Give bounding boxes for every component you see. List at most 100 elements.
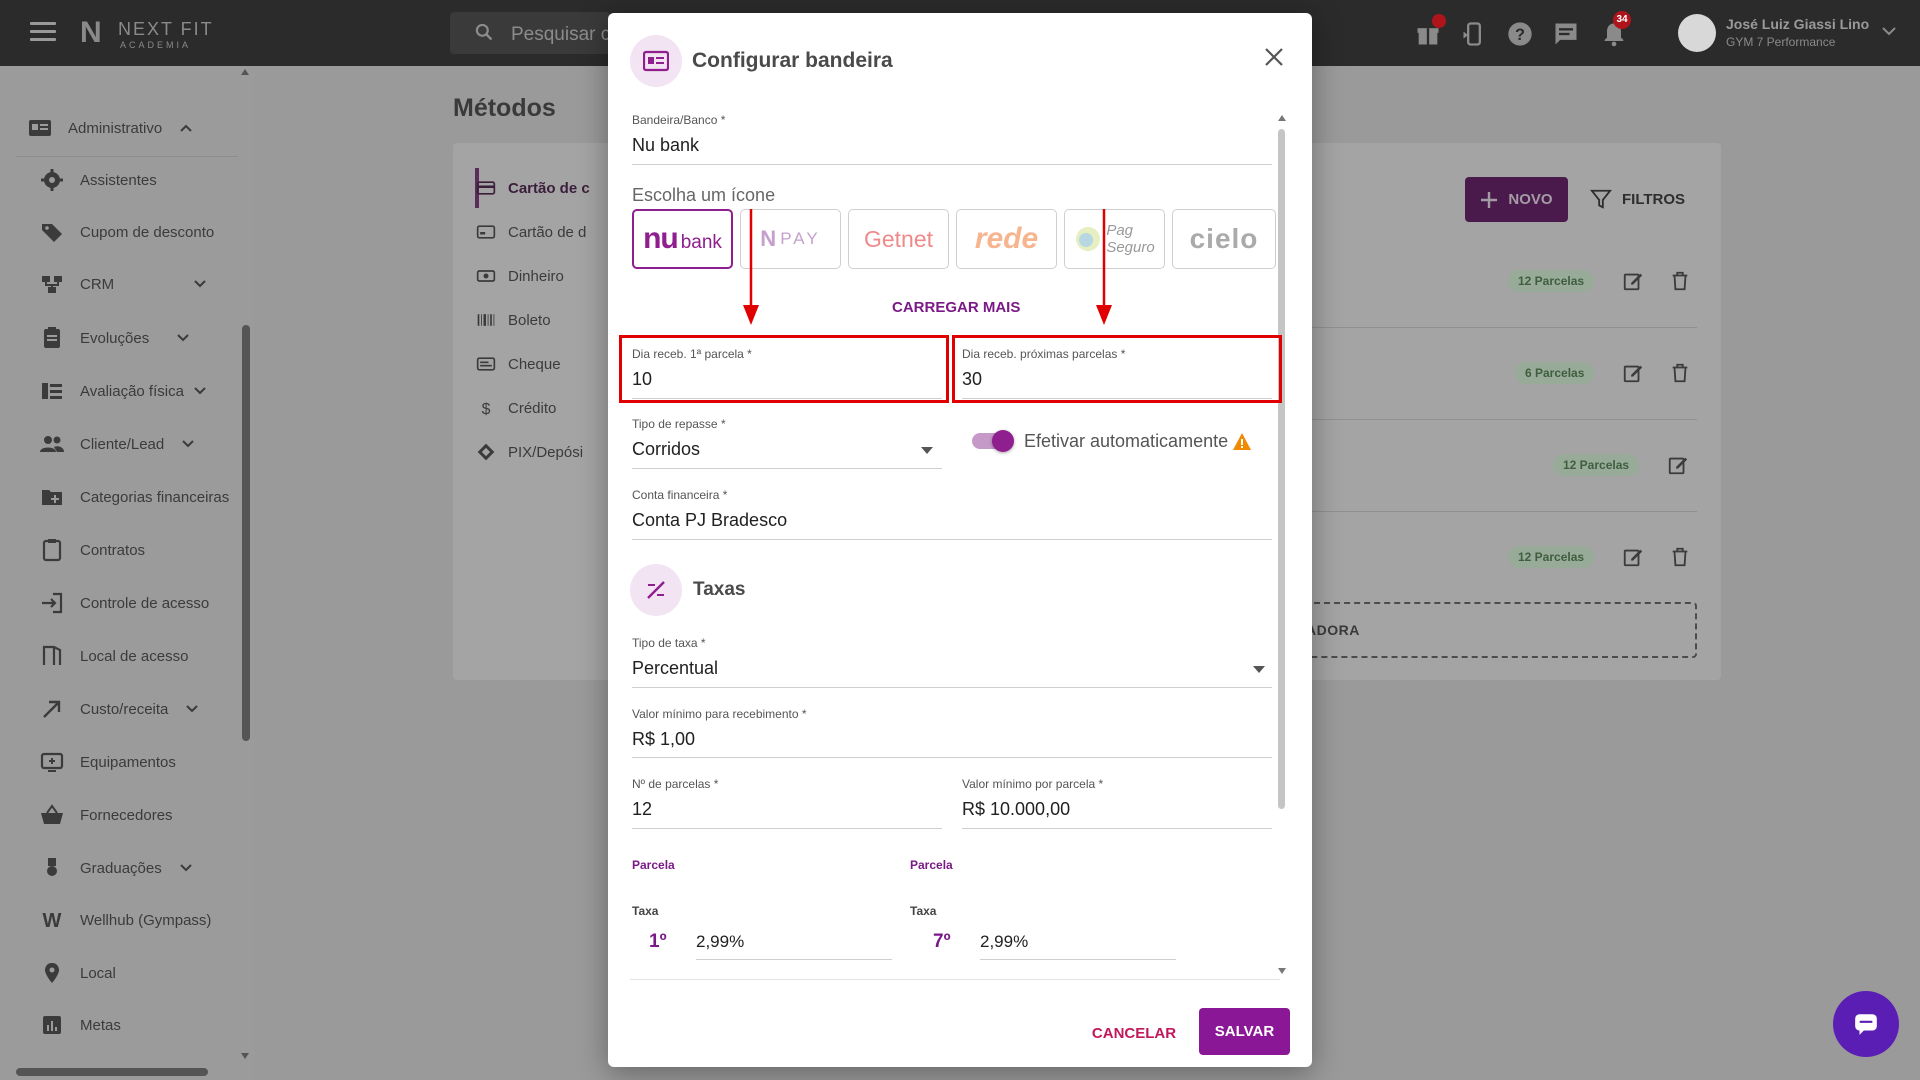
trash-icon[interactable] [1669, 546, 1691, 568]
help-icon[interactable]: ? [1506, 20, 1534, 48]
method-cartao-credito[interactable]: Cartão de c [476, 176, 590, 200]
tipo-taxa-label: Tipo de taxa * [632, 636, 706, 650]
edit-icon[interactable] [1622, 270, 1644, 292]
svg-text:$: $ [482, 401, 491, 418]
icon-option-pagseguro[interactable]: Pag Seguro [1064, 209, 1165, 269]
warning-icon[interactable] [1232, 432, 1252, 451]
sidebar-item-custo-receita[interactable]: Custo/receita [40, 697, 199, 721]
sidebar-item-cupom[interactable]: Cupom de desconto [40, 220, 214, 244]
dropdown-arrow-icon[interactable] [1253, 666, 1265, 673]
icon-option-cielo[interactable]: cielo [1172, 209, 1276, 269]
admin-card-icon [29, 120, 51, 136]
sidebar-item-label: Custo/receita [80, 700, 169, 718]
filtros-button[interactable]: FILTROS [1590, 186, 1685, 212]
edit-icon[interactable] [1622, 546, 1644, 568]
valor-minimo-underline [632, 757, 1272, 758]
tipo-taxa-select[interactable]: Percentual [632, 658, 718, 679]
modal-scrollbar[interactable] [1278, 129, 1285, 809]
sidebar-item-controle-acesso[interactable]: Controle de acesso [40, 591, 209, 615]
scroll-up-icon[interactable] [1277, 114, 1287, 122]
barcode-icon [477, 314, 495, 326]
method-dinheiro[interactable]: Dinheiro [476, 264, 564, 288]
arrow-down-icon [743, 209, 759, 325]
sidebar-item-crm[interactable]: CRM [40, 272, 206, 296]
icon-option-rede[interactable]: rede [956, 209, 1057, 269]
sidebar-scrollbar[interactable] [242, 325, 250, 741]
icon-option-nubank[interactable]: nu bank [632, 209, 733, 269]
highlight-box [952, 335, 1282, 403]
conta-field[interactable]: Conta PJ Bradesco [632, 510, 787, 531]
method-cheque[interactable]: Cheque [476, 352, 561, 376]
method-boleto[interactable]: Boleto [476, 308, 551, 332]
filter-icon [1590, 189, 1612, 209]
sidebar-item-assistentes[interactable]: Assistentes [40, 168, 157, 192]
logo-mark-icon: N [80, 16, 102, 49]
sidebar-item-label: Graduações [80, 859, 162, 877]
icon-option-getnet[interactable]: Getnet [848, 209, 949, 269]
num-parcelas-field[interactable]: 12 [632, 799, 652, 820]
chat-fab-button[interactable] [1833, 991, 1899, 1057]
bandeira-field[interactable]: Nu bank [632, 135, 699, 156]
parcela-column-header: Parcela [910, 858, 953, 872]
taxa-field[interactable]: 2,99% [696, 932, 744, 952]
chat-icon[interactable] [1552, 20, 1580, 48]
chevron-down-icon[interactable] [1882, 26, 1896, 36]
phone-exchange-icon[interactable] [1460, 20, 1488, 48]
load-more-button[interactable]: CARREGAR MAIS [892, 299, 1020, 316]
sidebar-item-categorias[interactable]: Categorias financeiras [40, 485, 229, 509]
dropdown-arrow-icon[interactable] [921, 447, 933, 454]
modal-title: Configurar bandeira [692, 49, 893, 72]
novo-button[interactable]: NOVO [1465, 177, 1568, 222]
app-logo[interactable]: N NEXT FIT ACADEMIA [80, 16, 220, 52]
sidebar-divider [16, 156, 238, 157]
avatar[interactable] [1678, 14, 1716, 52]
sidebar-item-contratos[interactable]: Contratos [40, 538, 145, 562]
method-label: Cartão de d [508, 223, 587, 241]
sidebar-item-cliente-lead[interactable]: Cliente/Lead [40, 432, 194, 456]
taxa-column-header: Taxa [910, 904, 937, 918]
method-cartao-debito[interactable]: Cartão de d [476, 220, 586, 244]
edit-icon[interactable] [1622, 362, 1644, 384]
valor-minimo-label: Valor mínimo para recebimento * [632, 707, 807, 721]
sidebar-item-graduacoes[interactable]: Graduações [40, 856, 192, 880]
edit-icon[interactable] [1667, 454, 1689, 476]
folder-plus-icon [42, 490, 62, 505]
scroll-down-icon[interactable] [1277, 967, 1287, 975]
method-credito[interactable]: $ Crédito [476, 396, 557, 420]
save-button[interactable]: SALVAR [1199, 1008, 1290, 1055]
sidebar-item-avaliacao[interactable]: Avaliação física [40, 379, 206, 403]
menu-icon[interactable] [30, 22, 56, 42]
trash-icon[interactable] [1669, 362, 1691, 384]
taxas-title: Taxas [693, 579, 746, 600]
valor-min-parcela-field[interactable]: R$ 10.000,00 [962, 799, 1070, 820]
chevron-up-icon [180, 124, 192, 132]
sidebar-item-label: Local de acesso [80, 647, 189, 665]
tipo-repasse-select[interactable]: Corridos [632, 439, 700, 460]
sidebar-item-wellhub[interactable]: W Wellhub (Gympass) [40, 908, 212, 932]
sidebar-item-equipamentos[interactable]: Equipamentos [40, 750, 176, 774]
cancel-button[interactable]: CANCELAR [1084, 1013, 1184, 1053]
valor-minimo-field[interactable]: R$ 1,00 [632, 729, 695, 750]
scroll-up-icon[interactable] [240, 68, 250, 76]
sidebar-item-administrativo[interactable]: Administrativo [28, 116, 192, 140]
efetivar-toggle-knob[interactable] [992, 430, 1014, 452]
bandeira-underline [632, 164, 1272, 165]
taxa-field[interactable]: 2,99% [980, 932, 1028, 952]
sidebar-item-local-acesso[interactable]: Local de acesso [40, 644, 188, 668]
gear-icon [41, 169, 63, 191]
sidebar-item-fornecedores[interactable]: Fornecedores [40, 803, 173, 827]
arrow-down-icon [1096, 209, 1112, 325]
bar-chart-icon [43, 1016, 61, 1034]
sidebar-item-metas[interactable]: Metas [40, 1013, 121, 1037]
close-icon[interactable] [1262, 45, 1286, 69]
sidebar-item-evolucoes[interactable]: Evoluções [40, 326, 189, 350]
method-pix[interactable]: PIX/Depósi [476, 440, 583, 464]
sidebar-item-label: Metas [80, 1016, 121, 1034]
plus-icon [1481, 191, 1498, 208]
gift-badge [1432, 14, 1446, 28]
trash-icon[interactable] [1669, 270, 1691, 292]
user-name[interactable]: José Luiz Giassi Lino [1726, 16, 1869, 32]
scroll-down-icon[interactable] [240, 1052, 250, 1060]
sidebar-item-local[interactable]: Local [40, 961, 116, 985]
sidebar-hscrollbar[interactable] [16, 1068, 208, 1076]
